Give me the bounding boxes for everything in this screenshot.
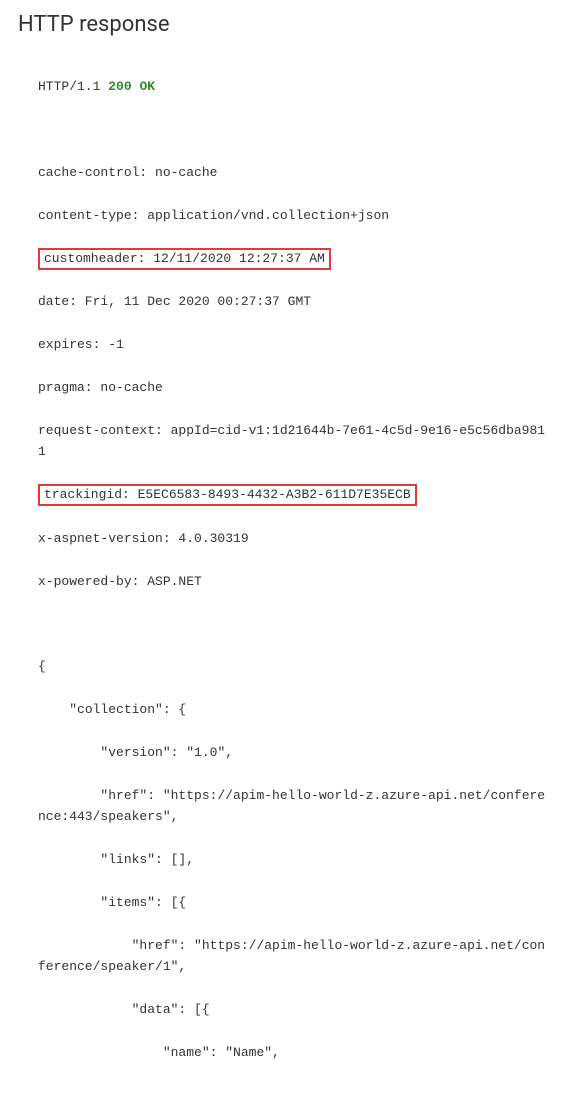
body-line: "name": "Name", — [38, 1042, 547, 1063]
header-date: date: Fri, 11 Dec 2020 00:27:37 GMT — [38, 291, 547, 312]
body-line: "collection": { — [38, 699, 547, 720]
status-line: HTTP/1.1 200 OK — [38, 76, 547, 97]
page-title: HTTP response — [18, 12, 547, 37]
header-request-context: request-context: appId=cid-v1:1d21644b-7… — [38, 420, 547, 463]
header-content-type: content-type: application/vnd.collection… — [38, 205, 547, 226]
header-cache-control: cache-control: no-cache — [38, 162, 547, 183]
body-line: "href": "https://apim-hello-world-z.azur… — [38, 935, 547, 978]
body-line: "items": [{ — [38, 892, 547, 913]
body-line: "href": "https://apim-hello-world-z.azur… — [38, 785, 547, 828]
body-line: { — [38, 656, 547, 677]
status-code: 200 OK — [108, 79, 155, 94]
header-trackingid-highlighted: trackingid: E5EC6583-8493-4432-A3B2-611D… — [38, 484, 417, 506]
http-response-block: HTTP/1.1 200 OK cache-control: no-cache … — [18, 55, 547, 1085]
header-pragma: pragma: no-cache — [38, 377, 547, 398]
body-line: "data": [{ — [38, 999, 547, 1020]
header-customheader-highlighted: customheader: 12/11/2020 12:27:37 AM — [38, 248, 331, 270]
header-x-aspnet-version: x-aspnet-version: 4.0.30319 — [38, 528, 547, 549]
protocol-text: HTTP/1.1 — [38, 79, 100, 94]
body-line: "links": [], — [38, 849, 547, 870]
header-x-powered-by: x-powered-by: ASP.NET — [38, 571, 547, 592]
body-line: "version": "1.0", — [38, 742, 547, 763]
header-expires: expires: -1 — [38, 334, 547, 355]
